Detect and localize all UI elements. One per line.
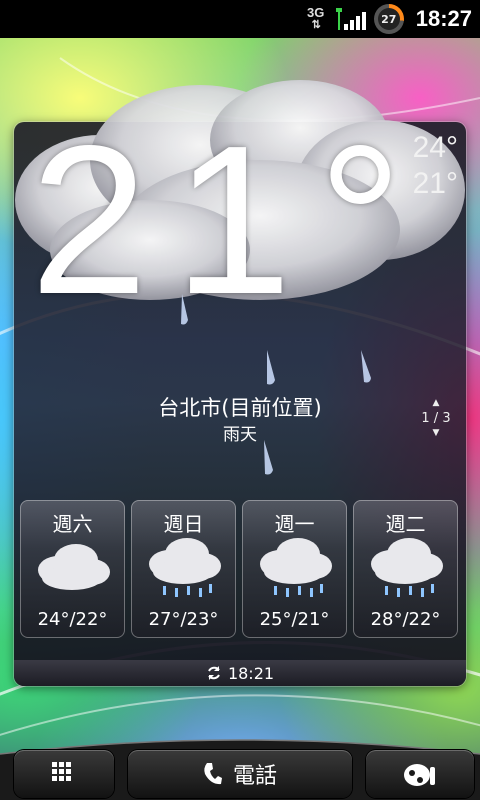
cloudy-icon [38,544,110,590]
forecast-day[interactable]: 週日 27°/23° [131,500,236,638]
forecast-day[interactable]: 週一 25°/21° [242,500,347,638]
condition-label: 雨天 [223,425,257,445]
refresh-icon[interactable] [206,665,222,681]
network-indicator: 3G ⇅ [304,5,328,31]
phone-icon [204,763,222,785]
high-low-temps: 24° 21° [413,130,458,202]
forecast-day[interactable]: 週六 24°/22° [20,500,125,638]
all-apps-button[interactable] [14,750,114,798]
forecast-day-name: 週一 [274,512,315,536]
low-temp: 21° [412,167,458,200]
forecast-row: 週六 24°/22° 週日 27°/23° 週一 25°/21° 週二 28°/… [20,500,460,638]
current-temperature: 21° [30,101,429,338]
rain-icon [371,538,443,597]
data-arrows-icon: ⇅ [311,19,321,31]
rain-icon [149,538,221,597]
location-label: 台北市(目前位置) [158,396,322,420]
grid-icon [52,762,71,781]
chevron-up-icon[interactable]: ▲ [420,396,452,411]
forecast-temps: 25°/21° [259,609,330,630]
personalize-icon [404,764,435,786]
dock: 電話 [0,732,480,800]
page-indicator: 1 / 3 [421,411,451,426]
phone-button[interactable]: 電話 [128,750,352,798]
forecast-temps: 28°/22° [370,609,441,630]
battery-icon: 27 [373,4,404,34]
status-bar: 3G ⇅ 27 18:27 [0,0,480,38]
chevron-down-icon[interactable]: ▼ [420,426,452,441]
forecast-temps: 24°/22° [37,609,108,630]
network-type: 3G [307,5,325,20]
city-pager[interactable]: ▲ 1 / 3 ▼ [420,396,452,441]
forecast-temps: 27°/23° [148,609,219,630]
phone-label: 電話 [232,764,277,789]
personalize-button[interactable] [366,750,474,798]
forecast-day[interactable]: 週二 28°/22° [353,500,458,638]
refresh-bar[interactable]: 18:21 [14,660,466,686]
signal-icon [335,8,366,30]
high-temp: 24° [412,131,458,164]
forecast-day-name: 週六 [52,512,93,536]
last-updated-time: 18:21 [227,663,275,683]
battery-level: 27 [377,8,400,30]
clock: 18:27 [415,6,472,31]
forecast-day-name: 週二 [385,512,426,536]
rain-icon [260,538,332,597]
forecast-day-name: 週日 [163,512,204,536]
